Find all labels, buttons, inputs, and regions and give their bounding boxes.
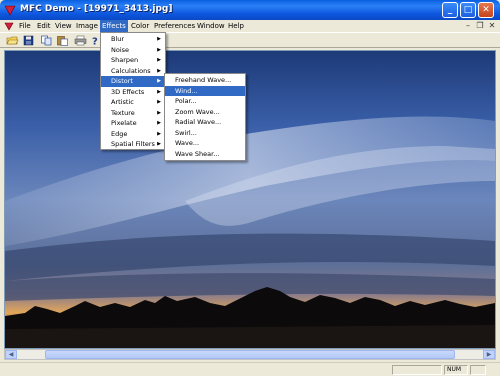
distort-item-radial-wave[interactable]: Radial Wave... [165,117,245,128]
distort-item-wave[interactable]: Wave... [165,138,245,149]
effects-item-sharpen[interactable]: Sharpen ▶ [101,55,165,66]
menu-color[interactable]: Color [129,20,151,32]
minimize-icon: _ [447,5,453,15]
submenu-arrow-icon: ▶ [157,57,161,63]
submenu-arrow-icon: ▶ [157,130,161,137]
effects-item-label: Sharpen [111,56,139,64]
submenu-arrow-icon: ▶ [157,67,161,74]
submenu-arrow-icon: ▶ [157,109,161,116]
save-icon[interactable] [22,35,35,46]
scrollbar-thumb[interactable] [45,350,455,359]
svg-text:?: ? [92,37,98,47]
sunset-photo [5,51,495,348]
status-panel-blank [392,365,442,375]
distort-item-zoom-wave[interactable]: Zoom Wave... [165,107,245,118]
mdi-close-button[interactable]: ✕ [486,21,498,31]
application-window: MFC Demo - [19971_3413.jpg] _ □ ✕ File E… [0,0,500,376]
scroll-right-icon[interactable]: ▶ [483,350,495,359]
title-bar[interactable]: MFC Demo - [19971_3413.jpg] _ □ ✕ [0,0,500,20]
mdi-restore-button[interactable]: ❐ [474,21,486,31]
window-title: MFC Demo - [19971_3413.jpg] [20,4,173,14]
effects-item-pixelate[interactable]: Pixelate ▶ [101,118,165,129]
submenu-arrow-icon: ▶ [157,36,161,42]
distort-item-wind[interactable]: Wind... [165,85,245,96]
effects-menu: Blur ▶ Noise ▶ Sharpen ▶ Calculations ▶ Dist… [100,32,166,150]
effects-item-label: Distort [111,77,133,85]
paste-icon[interactable] [56,35,69,46]
menu-help[interactable]: Help [226,20,246,32]
distort-submenu: Freehand Wave... Wind... Polar... Zoom W… [164,73,246,161]
maximize-button[interactable]: □ [460,2,476,18]
app-logo-icon [4,5,16,16]
toolbar: ? [0,32,500,48]
mdi-minimize-button[interactable]: – [462,21,474,31]
effects-item-label: Artistic [111,98,134,106]
menu-window[interactable]: Window [195,20,227,32]
effects-item-label: Spatial Filters [111,140,155,148]
num-lock-indicator: NUM [444,365,468,375]
submenu-arrow-icon: ▶ [157,99,161,105]
effects-item-texture[interactable]: Texture ▶ [101,108,165,119]
effects-item-noise[interactable]: Noise ▶ [101,45,165,56]
close-icon: ✕ [482,5,490,15]
distort-item-swirl[interactable]: Swirl... [165,128,245,139]
submenu-arrow-icon: ▶ [157,88,161,95]
submenu-arrow-icon: ▶ [157,78,161,84]
status-panel-extra [470,365,486,375]
distort-item-freehand-wave[interactable]: Freehand Wave... [165,75,245,86]
menu-edit[interactable]: Edit [35,20,53,32]
effects-item-edge[interactable]: Edge ▶ [101,129,165,140]
menu-file[interactable]: File [17,20,33,32]
effects-item-blur[interactable]: Blur ▶ [101,34,165,45]
effects-item-spatial-filters[interactable]: Spatial Filters ▶ [101,139,165,150]
document-logo-icon[interactable] [4,21,14,31]
menu-preferences[interactable]: Preferences [152,20,197,32]
open-folder-icon[interactable] [6,35,19,46]
distort-item-wave-shear[interactable]: Wave Shear... [165,149,245,160]
effects-item-3d-effects[interactable]: 3D Effects ▶ [101,87,165,98]
submenu-arrow-icon: ▶ [157,46,161,53]
effects-item-label: Texture [111,108,135,117]
effects-item-label: Blur [111,35,125,43]
scroll-left-icon[interactable]: ◀ [5,350,17,359]
effects-item-calculations[interactable]: Calculations ▶ [101,66,165,77]
menu-view[interactable]: View [53,20,74,32]
distort-item-polar[interactable]: Polar... [165,96,245,107]
status-bar: NUM [0,362,500,376]
effects-item-label: Edge [111,129,128,138]
menu-effects[interactable]: Effects [100,20,128,32]
maximize-icon: □ [463,5,473,15]
close-button[interactable]: ✕ [478,2,494,18]
effects-item-artistic[interactable]: Artistic ▶ [101,97,165,108]
copy-icon[interactable] [40,35,53,46]
submenu-arrow-icon: ▶ [157,141,161,147]
horizontal-scrollbar[interactable]: ◀ ▶ [4,349,496,360]
effects-item-distort[interactable]: Distort ▶ [101,76,165,87]
effects-item-label: Noise [111,45,130,54]
menu-bar: File Edit View Image Effects Color Prefe… [0,20,500,32]
submenu-arrow-icon: ▶ [157,120,161,126]
document-canvas[interactable] [4,50,496,349]
print-icon[interactable] [74,35,87,46]
effects-item-label: Pixelate [111,119,137,127]
menu-image[interactable]: Image [74,20,100,32]
effects-item-label: Calculations [111,66,151,75]
minimize-button[interactable]: _ [442,2,458,18]
effects-item-label: 3D Effects [111,87,145,96]
